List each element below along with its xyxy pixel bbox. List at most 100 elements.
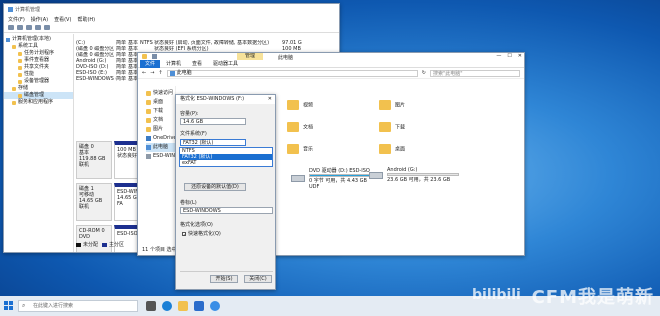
tree-item-label: 磁盘管理	[24, 92, 45, 98]
tree-item-label: 共享文件夹	[24, 64, 50, 70]
tab-computer[interactable]: 计算机	[161, 60, 186, 68]
quick-format-checkbox[interactable]: ✓ 快速格式化(Q)	[182, 230, 221, 237]
tree-item[interactable]: 事件查看器	[4, 57, 73, 64]
volume-cell: 简单	[116, 76, 127, 82]
tree-item[interactable]: 系统工具	[4, 43, 73, 50]
menu-help[interactable]: 帮助(H)	[77, 16, 95, 23]
folder-item[interactable]: 视频	[287, 100, 313, 110]
navigation-pane: 快速访问 桌面 下载 文档 图片 OneDrive 此电脑 ESD-WINI	[138, 86, 177, 251]
start-windows-icon[interactable]	[4, 301, 13, 310]
close-button[interactable]: ✕	[518, 53, 522, 59]
menu-view[interactable]: 查看(V)	[54, 16, 71, 23]
disk-label[interactable]: 磁盘 1 可移动 14.65 GB 联机	[76, 183, 112, 221]
folder-icon	[18, 72, 22, 77]
toolbar	[4, 23, 339, 33]
tree-item[interactable]: 任务计划程序	[4, 50, 73, 57]
folder-icon	[287, 100, 299, 110]
file-explorer-icon[interactable]	[178, 301, 188, 311]
start-button[interactable]: 开始(S)	[210, 275, 238, 283]
tab-view[interactable]: 查看	[187, 60, 207, 68]
folder-item[interactable]: 图片	[379, 100, 405, 110]
tab-manage[interactable]: 管理	[237, 53, 263, 60]
nav-item[interactable]: 图片	[146, 125, 175, 134]
forward-icon[interactable]	[17, 25, 23, 30]
folder-item[interactable]: 文档	[287, 122, 313, 132]
folder-icon	[12, 44, 16, 49]
nav-item[interactable]: 此电脑	[146, 143, 175, 152]
task-view-icon[interactable]	[146, 301, 156, 311]
folder-item-label: 音乐	[303, 146, 314, 153]
tree-item[interactable]: 计算机管理(本地)	[4, 36, 73, 43]
menu-file[interactable]: 文件(F)	[8, 16, 25, 23]
disk-label-line: 联机	[79, 162, 90, 168]
nav-item-label: 图片	[153, 126, 164, 132]
drive-item[interactable]: DVD 驱动器 (D:) ESD-ISO 0 字节 可用，共 4.43 GB UDF	[291, 167, 381, 190]
taskbar-search-input[interactable]: 在此键入进行搜索	[18, 300, 138, 312]
tree-item[interactable]: 服务和应用程序	[4, 99, 73, 106]
close-icon[interactable]: ✕	[268, 96, 272, 102]
app-icon[interactable]	[210, 301, 220, 311]
back-icon[interactable]	[8, 25, 14, 30]
search-input[interactable]: 搜索"此电脑"	[430, 69, 520, 77]
close-button[interactable]: 关闭(C)	[244, 275, 272, 283]
help-icon[interactable]	[44, 25, 50, 30]
tab-drive-tools[interactable]: 驱动器工具	[208, 60, 243, 68]
format-dialog: 格式化 ESD-WINDOWS (F:) ✕ 容量(P): 14.6 GB 文件…	[175, 94, 276, 290]
tree-item[interactable]: 性能	[4, 71, 73, 78]
folder-icon	[18, 65, 22, 70]
folder-item[interactable]: 音乐	[287, 144, 313, 154]
folder-item[interactable]: 桌面	[379, 144, 405, 154]
nav-item[interactable]: 文档	[146, 116, 175, 125]
volume-label-input[interactable]: ESD-WINDOWS	[180, 207, 273, 214]
properties-icon[interactable]	[35, 25, 41, 30]
tab-file[interactable]: 文件	[140, 59, 161, 68]
up-arrow-icon[interactable]: ↑	[158, 70, 162, 76]
folder-item[interactable]: 下载	[379, 122, 405, 132]
back-arrow-icon[interactable]: ←	[142, 70, 146, 76]
nav-item-label: OneDrive	[153, 135, 177, 141]
drive-item[interactable]: Android (G:) 23.6 GB 可用，共 23.6 GB	[369, 167, 459, 183]
volume-cell: ESD-WINDOWS (F:)	[76, 76, 116, 82]
refresh-icon[interactable]: ↻	[422, 70, 426, 76]
menu-action[interactable]: 操作(A)	[31, 16, 48, 23]
maximize-button[interactable]: ☐	[507, 53, 511, 59]
checkbox-checked-icon[interactable]: ✓	[182, 231, 186, 236]
disk-label-line: 联机	[79, 204, 90, 210]
folder-icon	[146, 109, 151, 114]
computer-icon	[146, 145, 151, 150]
address-bar[interactable]: 此电脑	[166, 69, 418, 77]
drive-icon	[146, 154, 151, 159]
disk-label[interactable]: 磁盘 0 基本 119.88 GB 联机	[76, 141, 112, 179]
computer-management-icon	[8, 7, 13, 12]
nav-item[interactable]: ESD-WINI	[146, 152, 177, 161]
restore-defaults-button[interactable]: 还原设备的默认值(D)	[184, 183, 246, 191]
folder-item-label: 图片	[395, 102, 406, 109]
tree-item[interactable]: 磁盘管理	[4, 92, 73, 99]
folder-item-label: 文档	[303, 124, 314, 131]
nav-item[interactable]: 下载	[146, 107, 175, 116]
tree-item-label: 服务和应用程序	[18, 99, 54, 105]
up-icon[interactable]	[26, 25, 32, 30]
filesystem-option[interactable]: exFAT	[180, 160, 272, 166]
nav-item-label: ESD-WINI	[153, 153, 177, 159]
properties-icon[interactable]	[152, 54, 157, 59]
window-title: 计算机管理	[15, 7, 41, 13]
folder-item-label: 视频	[303, 102, 314, 109]
tree-item[interactable]: 设备管理器	[4, 78, 73, 85]
nav-item[interactable]: 快速访问	[146, 89, 175, 98]
nav-item[interactable]: 桌面	[146, 98, 175, 107]
nav-item[interactable]: OneDrive	[146, 134, 177, 143]
edge-icon[interactable]	[162, 301, 172, 311]
store-icon[interactable]	[194, 301, 204, 311]
tree-item[interactable]: 存储	[4, 85, 73, 92]
tree-item[interactable]: 共享文件夹	[4, 64, 73, 71]
capacity-select[interactable]: 14.6 GB	[180, 118, 246, 125]
minimize-button[interactable]: —	[496, 53, 501, 59]
folder-icon	[12, 100, 16, 105]
filesystem-select[interactable]: FAT32 (默认)	[180, 139, 246, 146]
tree-item-label: 系统工具	[18, 43, 39, 49]
console-tree: 计算机管理(本地) 系统工具 任务计划程序 事件查看器 共享文件夹 性能 设备管理器 存储 磁盘…	[4, 34, 74, 252]
capacity-label: 容量(P):	[180, 111, 199, 117]
forward-arrow-icon[interactable]: →	[150, 70, 154, 76]
disk-label[interactable]: CD-ROM 0 DVD	[76, 225, 112, 252]
